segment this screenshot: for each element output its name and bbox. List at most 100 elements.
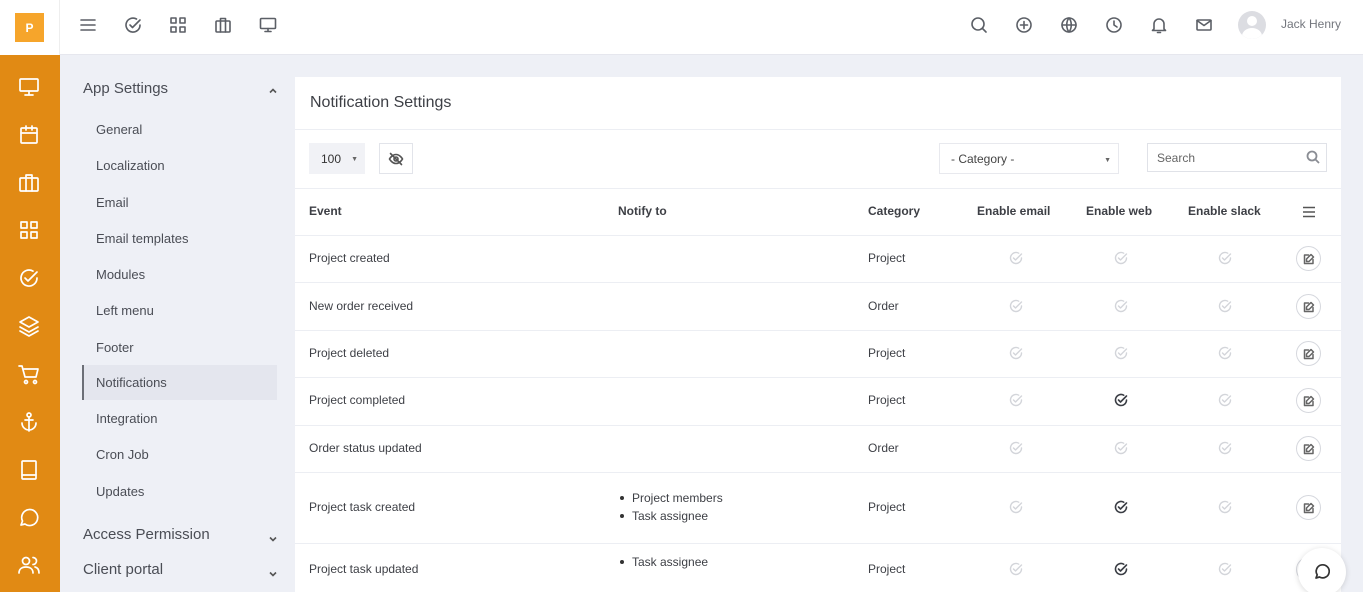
chevron-up-icon[interactable]	[268, 83, 278, 94]
enable-slack-check-icon[interactable]	[1218, 500, 1232, 514]
column-visibility-button[interactable]	[379, 143, 413, 174]
app-logo[interactable]: P	[15, 13, 44, 42]
monitor-icon[interactable]	[17, 75, 41, 99]
divider	[295, 235, 1341, 236]
check-circle-icon[interactable]	[123, 15, 143, 35]
enable-web-check-icon[interactable]	[1114, 251, 1128, 265]
enable-web-check-icon[interactable]	[1114, 393, 1128, 407]
column-header-notify-to[interactable]: Notify to	[618, 204, 667, 218]
chat-button[interactable]	[1298, 548, 1346, 592]
enable-web-check-icon[interactable]	[1114, 299, 1128, 313]
grid-icon[interactable]	[168, 15, 188, 35]
divider	[295, 282, 1341, 283]
settings-item-localization[interactable]: Localization	[82, 148, 277, 183]
monitor-icon[interactable]	[258, 15, 278, 35]
enable-slack-check-icon[interactable]	[1218, 441, 1232, 455]
layers-icon[interactable]	[17, 314, 41, 338]
settings-item-email-templates[interactable]: Email templates	[82, 221, 277, 256]
enable-email-check-icon[interactable]	[1009, 562, 1023, 576]
notify-to-item: Task assignee	[619, 555, 709, 569]
plus-circle-icon[interactable]	[1014, 15, 1034, 35]
chevron-down-icon[interactable]	[268, 531, 278, 542]
edit-icon[interactable]	[1296, 246, 1321, 271]
event-cell: Project created	[309, 251, 390, 265]
clock-icon[interactable]	[1104, 15, 1124, 35]
search-icon[interactable]	[969, 15, 989, 35]
page-size-select[interactable]: 100 ▼	[309, 143, 365, 174]
category-cell: Project	[868, 346, 906, 360]
category-select-value: - Category -	[951, 151, 1015, 166]
column-header-enable-web[interactable]: Enable web	[1086, 204, 1152, 218]
divider	[295, 129, 1341, 130]
divider	[295, 330, 1341, 331]
event-cell: Order status updated	[309, 441, 422, 455]
edit-icon[interactable]	[1296, 495, 1321, 520]
cart-icon[interactable]	[17, 362, 41, 386]
enable-email-check-icon[interactable]	[1009, 441, 1023, 455]
edit-icon[interactable]	[1296, 341, 1321, 366]
edit-icon[interactable]	[1296, 388, 1321, 413]
enable-slack-check-icon[interactable]	[1218, 346, 1232, 360]
chat-icon[interactable]	[17, 505, 41, 529]
settings-item-cron-job[interactable]: Cron Job	[82, 437, 277, 472]
briefcase-icon[interactable]	[213, 15, 233, 35]
notify-to-item: Task assignee	[619, 509, 709, 523]
enable-slack-check-icon[interactable]	[1218, 251, 1232, 265]
bell-icon[interactable]	[1149, 15, 1169, 35]
check-circle-icon[interactable]	[17, 266, 41, 290]
app-settings-title[interactable]: App Settings	[83, 80, 168, 97]
enable-email-check-icon[interactable]	[1009, 393, 1023, 407]
column-header-enable-slack[interactable]: Enable slack	[1188, 204, 1261, 218]
settings-sidebar: App Settings General Localization Email …	[60, 55, 295, 592]
access-permission-title[interactable]: Access Permission	[83, 526, 210, 543]
edit-icon[interactable]	[1296, 294, 1321, 319]
edit-icon[interactable]	[1296, 436, 1321, 461]
divider	[295, 188, 1341, 189]
settings-item-integration[interactable]: Integration	[82, 401, 277, 436]
settings-item-email[interactable]: Email	[82, 185, 277, 220]
settings-item-left-menu[interactable]: Left menu	[82, 293, 277, 328]
enable-web-check-icon[interactable]	[1114, 346, 1128, 360]
enable-email-check-icon[interactable]	[1009, 346, 1023, 360]
enable-email-check-icon[interactable]	[1009, 299, 1023, 313]
enable-web-check-icon[interactable]	[1114, 441, 1128, 455]
category-cell: Project	[868, 251, 906, 265]
enable-slack-check-icon[interactable]	[1218, 299, 1232, 313]
calendar-icon[interactable]	[17, 123, 41, 147]
search-input[interactable]: Search	[1147, 143, 1327, 172]
column-header-event[interactable]: Event	[309, 204, 342, 218]
client-portal-title[interactable]: Client portal	[83, 561, 163, 578]
settings-item-updates[interactable]: Updates	[82, 474, 277, 509]
users-icon[interactable]	[17, 553, 41, 577]
mail-icon[interactable]	[1194, 15, 1214, 35]
book-icon[interactable]	[17, 458, 41, 482]
column-header-category[interactable]: Category	[868, 204, 920, 218]
logo-area[interactable]: P	[0, 0, 60, 55]
enable-web-check-icon[interactable]	[1114, 562, 1128, 576]
page-size-value: 100	[321, 151, 342, 166]
grid-icon[interactable]	[17, 218, 41, 242]
enable-web-check-icon[interactable]	[1114, 500, 1128, 514]
column-header-enable-email[interactable]: Enable email	[977, 204, 1050, 218]
column-options-icon[interactable]	[1302, 205, 1316, 218]
globe-icon[interactable]	[1059, 15, 1079, 35]
menu-icon[interactable]	[78, 15, 98, 35]
category-select[interactable]: - Category - ▼	[939, 143, 1119, 174]
avatar[interactable]	[1238, 11, 1266, 39]
event-cell: Project deleted	[309, 346, 390, 360]
settings-item-general[interactable]: General	[82, 112, 277, 147]
anchor-icon[interactable]	[17, 410, 41, 434]
settings-item-footer[interactable]: Footer	[82, 330, 277, 365]
caret-down-icon: ▼	[1104, 157, 1111, 164]
settings-item-modules[interactable]: Modules	[82, 257, 277, 292]
briefcase-icon[interactable]	[17, 171, 41, 195]
settings-item-notifications[interactable]: Notifications	[82, 365, 277, 400]
user-name[interactable]: Jack Henry	[1281, 17, 1341, 31]
eye-off-icon	[388, 152, 404, 165]
search-icon[interactable]	[1306, 150, 1320, 164]
enable-email-check-icon[interactable]	[1009, 251, 1023, 265]
enable-slack-check-icon[interactable]	[1218, 562, 1232, 576]
enable-slack-check-icon[interactable]	[1218, 393, 1232, 407]
enable-email-check-icon[interactable]	[1009, 500, 1023, 514]
chevron-down-icon[interactable]	[268, 566, 278, 577]
